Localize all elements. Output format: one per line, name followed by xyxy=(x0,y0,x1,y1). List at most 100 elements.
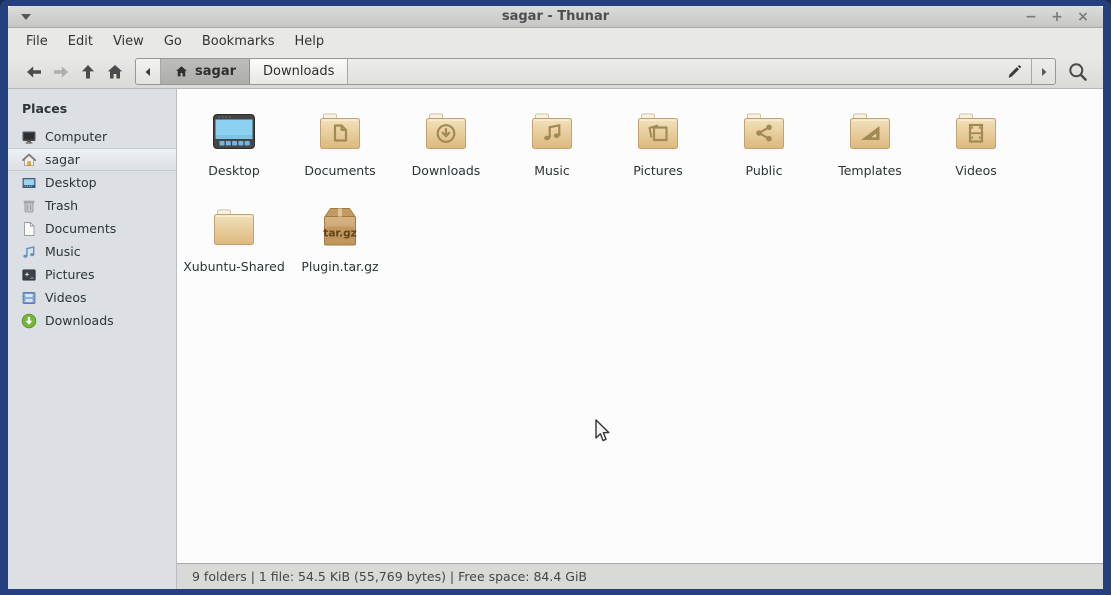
home-path-icon xyxy=(174,64,189,79)
up-button[interactable] xyxy=(74,58,101,85)
file-documents[interactable]: Documents xyxy=(287,103,393,199)
home-icon xyxy=(21,152,37,168)
path-bar-empty[interactable] xyxy=(348,59,997,84)
sidebar-item-label: Music xyxy=(45,244,81,259)
sidebar-item-label: Trash xyxy=(45,198,78,213)
file-label: Music xyxy=(534,163,570,178)
pencil-icon xyxy=(1005,63,1023,81)
menu-go[interactable]: Go xyxy=(154,28,192,55)
file-label: Pictures xyxy=(633,163,683,178)
sidebar-item-documents[interactable]: Documents xyxy=(8,217,176,240)
sidebar-item-label: Videos xyxy=(45,290,87,305)
sidebar-item-label: sagar xyxy=(45,152,80,167)
titlebar[interactable]: sagar - Thunar − + × xyxy=(8,6,1103,28)
path-button-sagar-label: sagar xyxy=(195,64,236,79)
path-edit-button[interactable] xyxy=(997,59,1031,84)
thunar-window: sagar - Thunar − + × File Edit View Go B… xyxy=(0,0,1111,595)
file-label: Downloads xyxy=(412,163,481,178)
videos-icon xyxy=(21,290,37,306)
file-label: Templates xyxy=(838,163,902,178)
folder-plain-icon xyxy=(210,203,258,251)
maximize-button[interactable]: + xyxy=(1049,6,1065,28)
home-button[interactable] xyxy=(101,58,128,85)
up-icon xyxy=(78,62,98,82)
chevron-left-icon xyxy=(143,67,153,77)
forward-button[interactable] xyxy=(47,58,74,85)
file-plugin-archive[interactable]: tar.gz Plugin.tar.gz xyxy=(287,199,393,295)
back-icon xyxy=(24,62,44,82)
statusbar-text: 9 folders | 1 file: 54.5 KiB (55,769 byt… xyxy=(192,569,587,584)
menu-help[interactable]: Help xyxy=(284,28,334,55)
menubar: File Edit View Go Bookmarks Help xyxy=(8,28,1103,55)
archive-icon: tar.gz xyxy=(316,203,364,251)
pictures-icon xyxy=(21,267,37,283)
forward-icon xyxy=(51,62,71,82)
sidebar-item-downloads[interactable]: Downloads xyxy=(8,309,176,332)
statusbar: 9 folders | 1 file: 54.5 KiB (55,769 byt… xyxy=(177,563,1103,589)
file-templates[interactable]: Templates xyxy=(817,103,923,199)
folder-downloads-icon xyxy=(422,107,470,155)
menu-edit[interactable]: Edit xyxy=(58,28,103,55)
desktop-folder-icon xyxy=(210,107,258,155)
toolbar: sagar Downloads xyxy=(8,55,1103,89)
computer-icon xyxy=(21,129,37,145)
chevron-right-icon xyxy=(1039,67,1049,77)
sidebar-places: Places Computer xyxy=(8,89,177,589)
folder-music-icon xyxy=(528,107,576,155)
file-view[interactable]: Desktop Documents xyxy=(177,89,1103,563)
folder-templates-icon xyxy=(846,107,894,155)
sidebar-item-label: Downloads xyxy=(45,313,114,328)
file-label: Videos xyxy=(955,163,997,178)
file-public[interactable]: Public xyxy=(711,103,817,199)
file-label: Xubuntu-Shared xyxy=(183,259,285,274)
file-label: Public xyxy=(746,163,783,178)
file-xubuntu-shared[interactable]: Xubuntu-Shared xyxy=(181,199,287,295)
documents-icon xyxy=(21,221,37,237)
mouse-cursor xyxy=(595,419,612,444)
path-bar: sagar Downloads xyxy=(135,58,1056,85)
file-label: Plugin.tar.gz xyxy=(301,259,378,274)
trash-icon xyxy=(21,198,37,214)
file-label: Desktop xyxy=(208,163,260,178)
folder-public-icon xyxy=(740,107,788,155)
file-downloads[interactable]: Downloads xyxy=(393,103,499,199)
folder-documents-icon xyxy=(316,107,364,155)
sidebar-item-label: Computer xyxy=(45,129,107,144)
music-icon xyxy=(21,244,37,260)
file-videos[interactable]: Videos xyxy=(923,103,1029,199)
folder-videos-icon xyxy=(952,107,1000,155)
path-button-sagar[interactable]: sagar xyxy=(161,59,250,84)
downloads-icon xyxy=(21,313,37,329)
minimize-button[interactable]: − xyxy=(1023,6,1039,28)
sidebar-item-label: Pictures xyxy=(45,267,95,282)
window-title: sagar - Thunar xyxy=(8,9,1103,24)
file-label: Documents xyxy=(304,163,375,178)
back-button[interactable] xyxy=(20,58,47,85)
file-pictures[interactable]: Pictures xyxy=(605,103,711,199)
file-desktop[interactable]: Desktop xyxy=(181,103,287,199)
archive-ext-label: tar.gz xyxy=(323,228,356,240)
path-scroll-left-button[interactable] xyxy=(136,59,161,84)
places-header: Places xyxy=(8,98,176,125)
sidebar-item-pictures[interactable]: Pictures xyxy=(8,263,176,286)
folder-pictures-icon xyxy=(634,107,682,155)
sidebar-item-desktop[interactable]: Desktop xyxy=(8,171,176,194)
path-button-downloads-label: Downloads xyxy=(263,64,334,79)
desktop-icon xyxy=(21,175,37,191)
search-button[interactable] xyxy=(1064,58,1091,85)
sidebar-item-trash[interactable]: Trash xyxy=(8,194,176,217)
sidebar-item-label: Documents xyxy=(45,221,116,236)
menu-bookmarks[interactable]: Bookmarks xyxy=(192,28,285,55)
menu-file[interactable]: File xyxy=(16,28,58,55)
sidebar-item-music[interactable]: Music xyxy=(8,240,176,263)
sidebar-item-computer[interactable]: Computer xyxy=(8,125,176,148)
sidebar-item-sagar[interactable]: sagar xyxy=(8,148,176,171)
sidebar-item-label: Desktop xyxy=(45,175,97,190)
path-button-downloads[interactable]: Downloads xyxy=(250,59,348,84)
file-music[interactable]: Music xyxy=(499,103,605,199)
home-nav-icon xyxy=(105,62,125,82)
close-button[interactable]: × xyxy=(1075,6,1091,28)
menu-view[interactable]: View xyxy=(103,28,154,55)
path-dropdown-button[interactable] xyxy=(1031,59,1055,84)
sidebar-item-videos[interactable]: Videos xyxy=(8,286,176,309)
